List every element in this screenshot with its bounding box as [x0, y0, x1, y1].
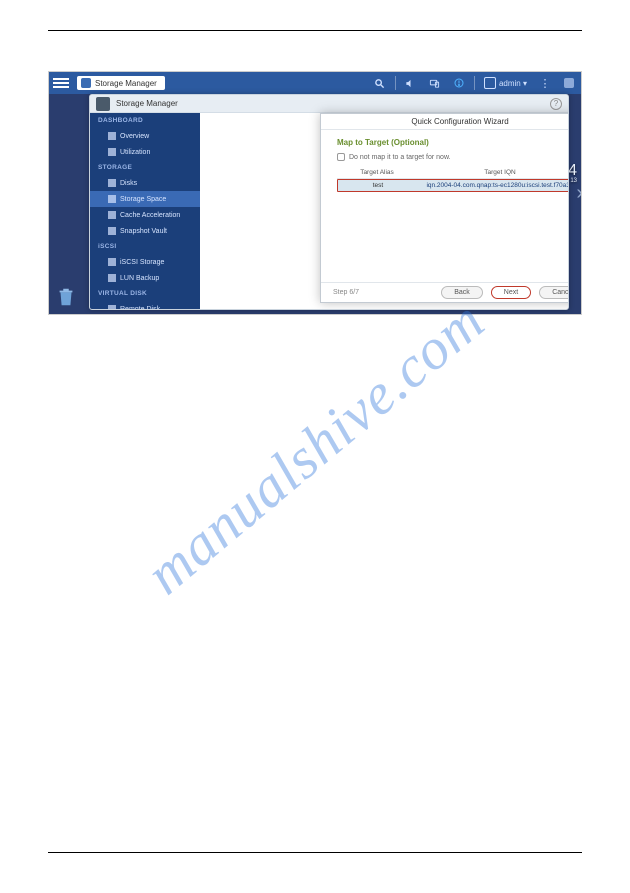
lun-icon	[108, 274, 116, 282]
cancel-button[interactable]: Cancel	[539, 286, 569, 299]
main-area: Snapshot Manage Quick Configuration Wiza…	[200, 113, 568, 309]
remote-icon	[108, 305, 116, 310]
watermark: manualshive.com	[133, 286, 497, 607]
sidebar-item-iscsi-storage[interactable]: iSCSI Storage	[90, 254, 200, 270]
col-alias: Target Alias	[337, 167, 417, 178]
step-label: Step 6/7	[333, 289, 359, 296]
sidebar-cat-iscsi: iSCSI	[90, 239, 200, 254]
user-menu[interactable]: admin ▾	[478, 76, 533, 90]
iscsi-icon	[108, 258, 116, 266]
modal-footer: Step 6/7 Back Next Cancel	[321, 282, 569, 302]
cell-iqn: iqn.2004-04.com.qnap:ts-ec1280u:iscsi.te…	[418, 180, 569, 191]
overview-icon	[108, 132, 116, 140]
more-icon[interactable]: ⋮	[538, 76, 552, 90]
devices-icon[interactable]	[428, 76, 442, 90]
sidebar-item-overview[interactable]: Overview	[90, 128, 200, 144]
trash-icon[interactable]	[55, 286, 77, 308]
utilization-icon	[108, 148, 116, 156]
sidebar-item-remote-disk[interactable]: Remote Disk	[90, 301, 200, 310]
help-icon[interactable]: ?	[550, 98, 562, 110]
volume-icon[interactable]	[404, 76, 418, 90]
wizard-modal: Quick Configuration Wizard ✕ Map to Targ…	[320, 113, 569, 303]
sidebar-item-lun-backup[interactable]: LUN Backup	[90, 270, 200, 286]
window-app-icon	[96, 97, 110, 111]
storage-space-icon	[108, 195, 116, 203]
storage-icon	[81, 78, 91, 88]
cell-alias: test	[338, 180, 418, 191]
donotmap-checkbox[interactable]: Do not map it to a target for now.	[337, 153, 569, 161]
notifications-icon[interactable]	[452, 76, 466, 90]
sidebar: DASHBOARD Overview Utilization STORAGE D…	[90, 113, 200, 309]
table-row[interactable]: test iqn.2004-04.com.qnap:ts-ec1280u:isc…	[337, 179, 569, 192]
window-titlebar: Storage Manager ?	[90, 95, 568, 113]
window-title: Storage Manager	[116, 99, 178, 108]
menu-icon[interactable]	[53, 75, 69, 91]
app-tab[interactable]: Storage Manager	[77, 76, 165, 90]
app-window: Storage Manager ? DASHBOARD Overview Uti…	[89, 94, 569, 310]
sidebar-item-disks[interactable]: Disks	[90, 175, 200, 191]
search-icon[interactable]	[373, 76, 387, 90]
cache-icon	[108, 211, 116, 219]
os-topbar: Storage Manager admin ▾ ⋮	[49, 72, 581, 94]
vault-icon	[108, 227, 116, 235]
sidebar-item-utilization[interactable]: Utilization	[90, 144, 200, 160]
app-tab-label: Storage Manager	[95, 79, 157, 88]
modal-title: Quick Configuration Wizard	[411, 117, 508, 126]
sidebar-cat-dashboard: DASHBOARD	[90, 113, 200, 128]
col-iqn: Target IQN	[417, 167, 569, 178]
table-header: Target Alias Target IQN	[337, 167, 569, 179]
desktop-next-icon[interactable]: ›	[576, 182, 582, 205]
modal-titlebar: Quick Configuration Wizard ✕	[321, 114, 569, 130]
sidebar-item-storage-space[interactable]: Storage Space	[90, 191, 200, 207]
next-button[interactable]: Next	[491, 286, 531, 299]
sidebar-cat-storage: STORAGE	[90, 160, 200, 175]
checkbox-icon	[337, 153, 345, 161]
disks-icon	[108, 179, 116, 187]
sidebar-cat-vdisk: VIRTUAL DISK	[90, 286, 200, 301]
screenshot-container: Storage Manager admin ▾ ⋮	[48, 71, 582, 315]
dashboard-icon[interactable]	[562, 76, 576, 90]
checkbox-label: Do not map it to a target for now.	[349, 154, 451, 161]
user-label: admin ▾	[499, 79, 527, 88]
sidebar-item-cache[interactable]: Cache Acceleration	[90, 207, 200, 223]
modal-heading: Map to Target (Optional)	[337, 138, 569, 147]
back-button[interactable]: Back	[441, 286, 483, 299]
sidebar-item-snapshot-vault[interactable]: Snapshot Vault	[90, 223, 200, 239]
